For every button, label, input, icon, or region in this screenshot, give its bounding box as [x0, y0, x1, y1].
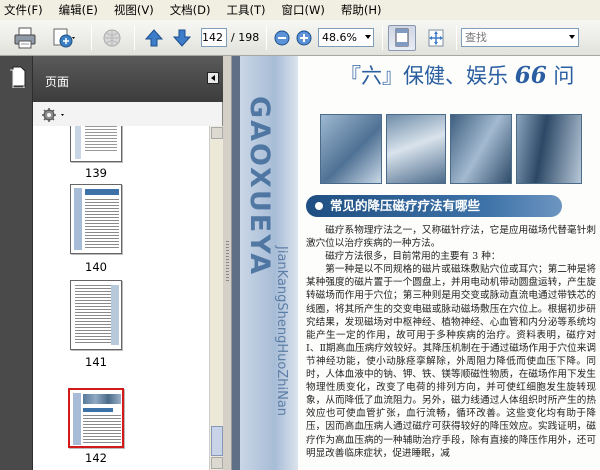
page-thumbnail[interactable] — [70, 184, 122, 254]
scroll-down-button[interactable] — [211, 457, 223, 469]
toolbar-separator — [266, 26, 267, 50]
splitter-grip — [226, 241, 229, 281]
toolbar-separator — [382, 26, 383, 50]
collapse-panel-button[interactable] — [207, 72, 219, 84]
search-input[interactable]: 查找 — [461, 28, 579, 47]
page-number-input[interactable]: 142 — [201, 28, 227, 47]
photo-strip — [320, 114, 582, 184]
bullet-icon — [315, 202, 323, 210]
toolbar-separator — [91, 26, 92, 50]
attach-button[interactable] — [46, 25, 82, 51]
zoom-select[interactable]: 48.6% — [318, 28, 374, 47]
pages-panel: 页面 139 140 141 142 — [33, 56, 223, 470]
page-thumbnail[interactable] — [70, 280, 122, 350]
toolbar-separator — [456, 26, 457, 50]
pages-icon — [10, 66, 26, 89]
menu-view[interactable]: 视图(V) — [114, 2, 154, 18]
collaborate-button[interactable] — [98, 25, 126, 51]
thumbnail-label: 141 — [85, 355, 107, 369]
panel-options-button[interactable] — [41, 106, 71, 124]
menu-tools[interactable]: 工具(T) — [227, 2, 266, 18]
previous-page-button[interactable] — [142, 25, 166, 51]
section-heading: 常见的降压磁疗疗法有哪些 — [306, 195, 562, 217]
chevron-down-icon — [365, 35, 371, 39]
fit-page-icon — [395, 28, 409, 47]
photo — [516, 114, 582, 184]
fit-width-button[interactable] — [422, 25, 450, 51]
section-heading-text: 常见的降压磁疗疗法有哪些 — [330, 198, 481, 213]
thumbnail-list: 139 140 141 142 — [33, 126, 209, 470]
panel-title: 页面 — [45, 75, 70, 89]
chevron-down-icon — [569, 35, 575, 39]
thumbnail-label: 140 — [85, 260, 107, 274]
arrow-down-icon — [172, 29, 192, 47]
print-button[interactable] — [10, 25, 40, 51]
panel-header: 页面 — [33, 56, 223, 102]
photo — [320, 114, 382, 184]
arrow-up-icon — [144, 29, 164, 47]
page-title: 『六』保健、娱乐 66 问 — [340, 60, 574, 90]
zoom-value: 48.6% — [322, 31, 357, 44]
zoom-in-button[interactable] — [294, 25, 314, 51]
fit-page-button[interactable] — [388, 25, 416, 51]
zoom-out-button[interactable] — [272, 25, 292, 51]
side-title: GAOXUEYA — [244, 96, 275, 277]
email-attachment-icon — [53, 28, 75, 48]
pages-nav-button[interactable] — [8, 66, 26, 91]
paragraph: 磁疗方法很多，目前常用的主要有 3 种： — [325, 251, 501, 263]
paragraph: 磁疗系物理疗法之一，又称磁针疗法，它是应用磁场代替毫针刺激穴位以治疗疾病的一种方… — [306, 225, 596, 250]
scrollbar-thumb[interactable] — [211, 426, 223, 456]
page-count: / 198 — [231, 31, 260, 44]
page-thumbnail[interactable] — [70, 126, 122, 162]
expand-icon — [428, 29, 444, 47]
scroll-up-button[interactable] — [211, 127, 223, 139]
document-view[interactable]: GAOXUEYA JianKangShengHuoZhiNan 『六』保健、娱乐… — [232, 56, 600, 470]
zoom-out-icon — [274, 30, 290, 46]
body-text: 磁疗系物理疗法之一，又称磁针疗法，它是应用磁场代替毫针刺激穴位以治疗疾病的一种方… — [306, 224, 596, 460]
title-suffix: 问 — [546, 64, 575, 88]
page-thumbnail-selected[interactable] — [68, 388, 124, 448]
menu-edit[interactable]: 编辑(E) — [59, 2, 98, 18]
photo — [386, 114, 446, 184]
thumbnail-label: 142 — [85, 451, 107, 465]
panel-splitter[interactable] — [223, 56, 232, 470]
navigation-strip — [0, 56, 33, 470]
search-placeholder: 查找 — [465, 31, 487, 44]
menu-help[interactable]: 帮助(H) — [341, 2, 382, 18]
menu-file[interactable]: 文件(F) — [4, 2, 43, 18]
zoom-in-icon — [296, 30, 312, 46]
menu-window[interactable]: 窗口(W) — [282, 2, 325, 18]
menu-document[interactable]: 文档(D) — [170, 2, 211, 18]
thumbnail-label: 139 — [85, 166, 107, 180]
globe-icon — [103, 29, 121, 47]
document-page: GAOXUEYA JianKangShengHuoZhiNan 『六』保健、娱乐… — [240, 56, 600, 470]
paragraph: 第一种是以不同规格的磁片或磁珠敷贴穴位或耳穴；第二种是将某种强度的磁片置于一个圆… — [306, 264, 596, 459]
toolbar: 142 / 198 48.6% 查找 — [0, 20, 600, 56]
side-subtitle: JianKangShengHuoZhiNan — [274, 246, 289, 417]
toolbar-separator — [134, 26, 135, 50]
title-number: 66 — [514, 62, 547, 89]
photo — [450, 114, 512, 184]
thumbnail-scrollbar[interactable] — [209, 126, 223, 470]
next-page-button[interactable] — [170, 25, 194, 51]
gear-icon — [42, 108, 64, 122]
title-prefix: 『六』保健、娱乐 — [340, 64, 515, 88]
printer-icon — [14, 27, 36, 49]
menu-bar: 文件(F) 编辑(E) 视图(V) 文档(D) 工具(T) 窗口(W) 帮助(H… — [0, 0, 600, 20]
